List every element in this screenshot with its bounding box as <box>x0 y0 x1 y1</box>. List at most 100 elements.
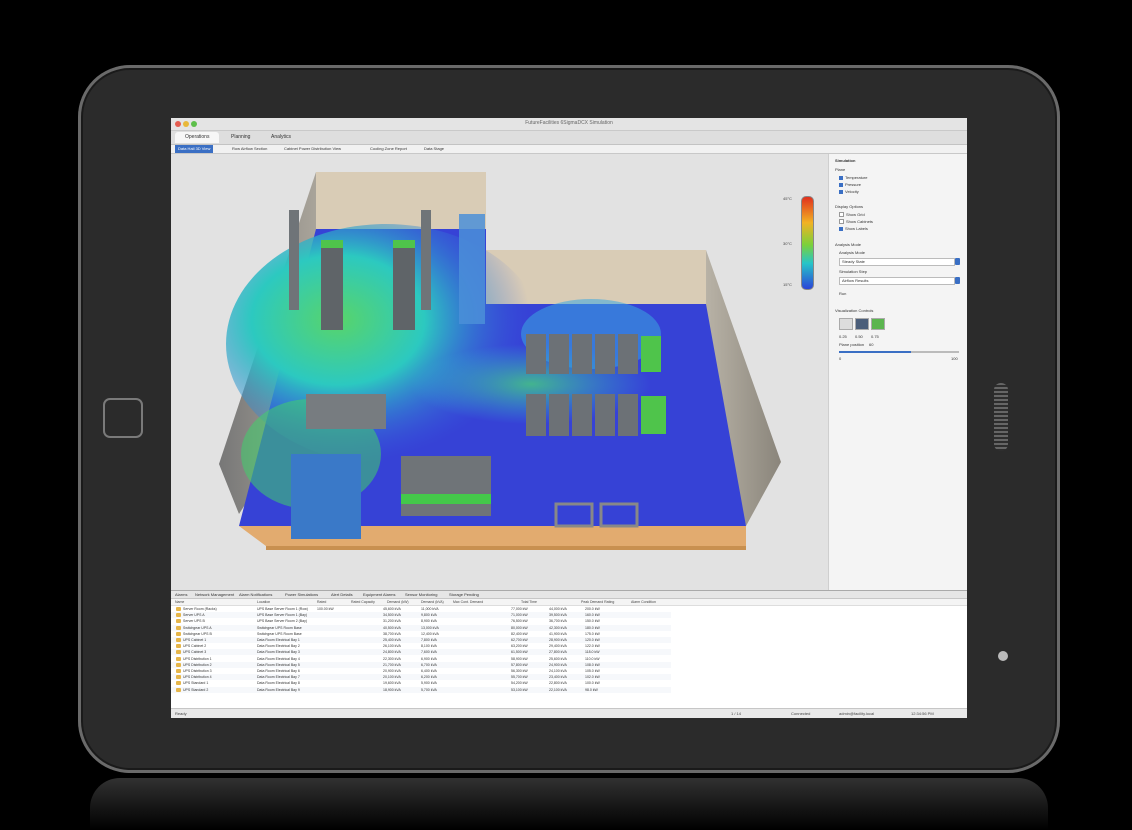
folder-icon <box>176 681 181 686</box>
show-grid-checkbox[interactable]: Show Grid <box>839 212 865 218</box>
table-cell-d4: 102.0 kW <box>585 675 600 680</box>
status-count: 1 / 14 <box>731 711 742 716</box>
btab-storage[interactable]: Storage Pending <box>449 591 479 598</box>
btab-network[interactable]: Network Management <box>195 591 234 598</box>
table-cell-cap: 21,700 kVA <box>383 662 401 667</box>
table-cell-d4: 120.0 kW <box>585 638 600 642</box>
plane-position-slider[interactable] <box>839 351 959 353</box>
thermal-mode-icon[interactable] <box>871 318 885 330</box>
checkbox-label: Show Grid <box>846 212 865 217</box>
table-row[interactable]: UPS Cabinet 3 Data Room Electrical Bay 3 2… <box>171 649 671 656</box>
view-mode-icon[interactable] <box>839 318 853 330</box>
table-row[interactable]: UPS Standard 1 Data Room Electrical Bay 8… <box>171 680 671 686</box>
table-row[interactable]: UPS Distribution 3 Data Room Electrical B… <box>171 668 671 674</box>
show-cabinets-checkbox[interactable]: Show Cabinets <box>839 219 873 225</box>
status-time: 12:34:56 PM <box>911 711 934 716</box>
folder-icon <box>176 650 181 655</box>
show-labels-checkbox[interactable]: Show Labels <box>839 226 868 231</box>
checkbox-icon <box>839 182 843 187</box>
table-row[interactable]: Switchgear UPS A Switchgear UPS Room Base… <box>171 624 671 631</box>
checkbox-label: Pressure <box>845 182 862 187</box>
folder-icon <box>176 613 181 618</box>
home-button[interactable] <box>103 398 143 438</box>
table-cell-d3: 41,900 kVA <box>549 631 567 636</box>
table-row[interactable]: Server UPS A UPS Base Server Room 1 (Bay)… <box>171 612 671 619</box>
velocity-checkbox[interactable]: Velocity <box>839 189 859 194</box>
col-demand-kw[interactable]: Demand (kW) <box>387 599 409 605</box>
table-cell-cap: 25,400 kVA <box>383 638 401 642</box>
col-peak-rating[interactable]: Peak Demand Rating <box>581 599 614 605</box>
tab-planning[interactable]: Planning <box>221 132 260 143</box>
status-connection: Connected <box>791 711 811 716</box>
table-cell-cap: 20,100 kVA <box>383 675 401 680</box>
table-row[interactable]: UPS Standard 2 Data Room Electrical Bay 9… <box>171 686 671 693</box>
table-row[interactable]: UPS Distribution 2 Data Room Electrical B… <box>171 661 671 668</box>
table-cell-name: UPS Distribution 2 <box>183 662 212 667</box>
folder-icon <box>176 656 181 661</box>
table-row[interactable]: Server Room (Racks) UPS Base Server Room … <box>171 606 671 612</box>
group-visualization-title: Visualization Controls <box>835 308 874 313</box>
subtab-data-stage[interactable]: Data Stage <box>421 145 447 153</box>
table-cell-d4: 110.0 kW <box>585 656 600 661</box>
legend-max-label: 45°C <box>783 196 792 201</box>
tab-operations[interactable]: Operations <box>175 132 220 143</box>
table-cell-loc: Switchgear UPS Room Base <box>257 625 302 630</box>
table-cell-cap: 45,600 kVA <box>383 607 401 611</box>
col-rated[interactable]: Rated <box>317 599 326 605</box>
table-cell-d4: 118.0 kW <box>585 650 600 655</box>
table-cell-d2: 61,500 kW <box>511 650 528 655</box>
tablet-reflection <box>90 778 1048 830</box>
pressure-checkbox[interactable]: Pressure <box>839 182 861 187</box>
col-capacity[interactable]: Rated Capacity <box>351 599 375 605</box>
table-row[interactable]: Switchgear UPS B Switchgear UPS Room Base… <box>171 631 671 637</box>
simulation-step-select[interactable]: Airflow Results <box>839 277 955 285</box>
btab-power[interactable]: Power Simulations <box>285 591 318 598</box>
status-text: Ready <box>175 711 187 716</box>
simulation-step-label: Simulation Step <box>839 269 868 274</box>
panel-heading: Simulation <box>835 158 856 163</box>
subtab-cooling-report[interactable]: Cooling Zone Report <box>367 145 410 153</box>
view-mode-active-icon[interactable] <box>855 318 869 330</box>
table-row[interactable]: Server UPS B UPS Base Server Room 2 (Bay)… <box>171 618 671 624</box>
tab-analytics[interactable]: Analytics <box>261 132 301 143</box>
run-button[interactable]: Run <box>839 291 846 296</box>
table-cell-d2: 56,300 kW <box>511 669 528 673</box>
folder-icon <box>176 631 181 636</box>
table-cell-d2: 53,100 kW <box>511 687 528 692</box>
table-row[interactable]: UPS Distribution 1 Data Room Electrical B… <box>171 656 671 662</box>
btab-alarms[interactable]: Alarms <box>175 591 187 598</box>
col-max-demand[interactable]: Max Cont. Demand <box>453 599 483 605</box>
subtab-3d-view[interactable]: Data Hall 3D View <box>175 145 214 153</box>
btab-sensors[interactable]: Sensor Monitoring <box>405 591 437 598</box>
table-row[interactable]: UPS Cabinet 1 Data Room Electrical Bay 1 2… <box>171 637 671 643</box>
table-cell-name: Server UPS A <box>183 613 205 618</box>
temperature-checkbox[interactable]: Temperature <box>839 175 867 180</box>
table-cell-d4: 175.0 kW <box>585 631 600 636</box>
simulation-step-stepper[interactable] <box>955 277 960 284</box>
btab-notifications[interactable]: Alarm Notifications <box>239 591 272 598</box>
col-total-time[interactable]: Total Time <box>521 599 537 605</box>
analysis-mode-stepper[interactable] <box>955 258 960 265</box>
main-tabbar: Operations Planning Analytics <box>171 131 967 145</box>
checkbox-icon <box>839 226 843 231</box>
col-name[interactable]: Name <box>175 599 184 605</box>
analysis-mode-select[interactable]: Steady State <box>839 258 955 266</box>
scale-label-1: 0.25 <box>839 334 847 339</box>
table-cell-d2: 80,000 kW <box>511 625 528 630</box>
subtab-power-view[interactable]: Cabinet Power Distribution View <box>281 145 344 153</box>
table-cell-cap: 26,100 kVA <box>383 644 401 649</box>
table-cell-d2: 71,000 kW <box>511 613 528 618</box>
subtab-row-section[interactable]: Row Airflow Section <box>229 145 270 153</box>
data-hall-3d-view[interactable]: 45°C 30°C 15°C <box>171 154 828 590</box>
table-cell-cap: 31,200 kVA <box>383 619 401 624</box>
col-alarm[interactable]: Alarm Condition <box>631 599 656 605</box>
btab-equipment[interactable]: Equipment Alarms <box>363 591 395 598</box>
folder-icon <box>176 625 181 630</box>
col-demand-kva[interactable]: Demand (kVA) <box>421 599 444 605</box>
table-cell-name: UPS Cabinet 2 <box>183 644 207 649</box>
table-row[interactable]: UPS Cabinet 2 Data Room Electrical Bay 2 2… <box>171 643 671 649</box>
col-location[interactable]: Location <box>257 599 270 605</box>
btab-alert-details[interactable]: Alert Details <box>331 591 353 598</box>
table-row[interactable]: UPS Distribution 4 Data Room Electrical B… <box>171 674 671 681</box>
table-cell-d4: 180.0 kW <box>585 625 600 630</box>
